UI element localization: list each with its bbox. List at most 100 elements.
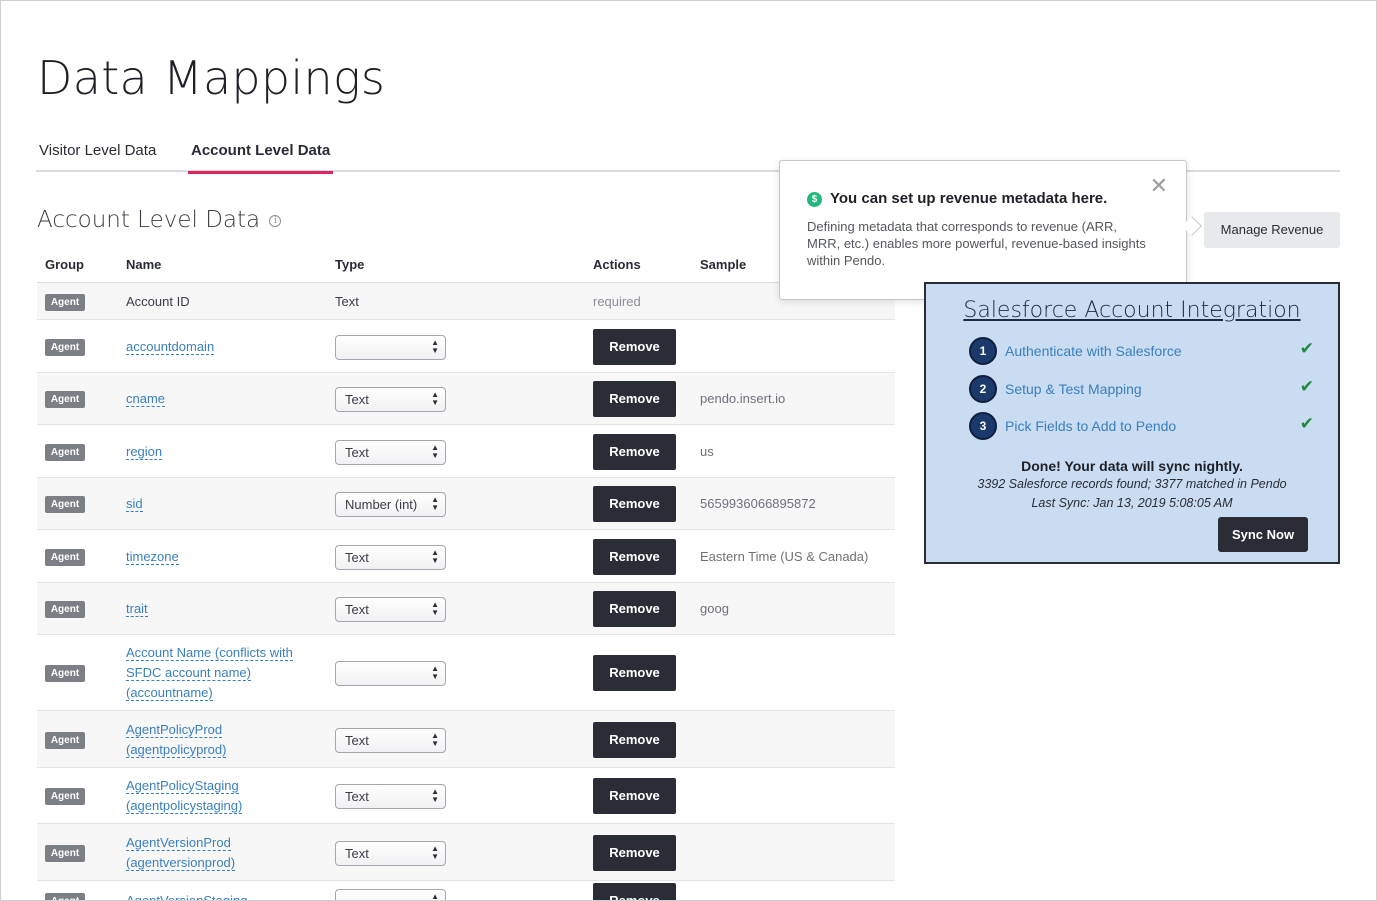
field-name-line: (agentversionprod) [126, 854, 236, 871]
field-name-line: AgentPolicyProd [126, 721, 223, 738]
group-badge: Agent [45, 548, 85, 566]
type-select-value: Text [345, 392, 369, 407]
step-link-authenticate[interactable]: Authenticate with Salesforce [1005, 343, 1182, 359]
select-arrows-icon: ▲▼ [431, 787, 439, 804]
field-name: Account ID [126, 293, 190, 309]
header-group: Group [45, 257, 84, 272]
remove-button[interactable]: Remove [593, 883, 676, 900]
group-badge: Agent [45, 788, 85, 805]
select-arrows-icon: ▲▼ [431, 730, 439, 748]
popover-body: Defining metadata that corresponds to re… [807, 219, 1146, 268]
section-title-text: Account Level Data [37, 207, 261, 233]
table-row: Agent AgentVersionProd (agentversionprod) T… [37, 824, 895, 881]
revenue-popover: ✕ $ You can set up revenue metadata here… [779, 160, 1187, 300]
select-arrows-icon: ▲▼ [431, 547, 439, 565]
field-name-line: SFDC account name) [126, 665, 251, 681]
type-select-value: Text [345, 845, 369, 861]
step-link-setup-test[interactable]: Setup & Test Mapping [1005, 381, 1142, 397]
field-name-link[interactable]: sid [126, 494, 311, 514]
select-arrows-icon: ▲▼ [431, 843, 439, 861]
field-name-line: AgentVersionProd [126, 834, 231, 851]
manage-revenue-button[interactable]: Manage Revenue [1204, 212, 1340, 248]
table-row: Agent Account Name (conflicts with SFDC ac… [37, 635, 895, 711]
field-name-line: sid [126, 496, 143, 512]
step-number: 2 [969, 375, 997, 403]
field-name-line: AgentPolicyStaging [126, 778, 239, 794]
field-name-link[interactable]: timezone [126, 547, 311, 567]
select-arrows-icon: ▲▼ [431, 664, 439, 681]
field-name-link[interactable]: accountdomain [126, 337, 311, 357]
remove-button[interactable]: Remove [593, 433, 676, 470]
table-row: Agent sid Number (int) ▲ ▼ Remove 565993606689… [37, 478, 895, 530]
select-arrows-icon: ▲▼ [431, 495, 439, 512]
type-select[interactable]: Text ▲ ▼ [335, 784, 446, 809]
field-name-link[interactable]: AgentVersionStaging [126, 891, 311, 900]
type-select[interactable]: Text ▲ ▼ [335, 840, 446, 866]
sample-value: goog [700, 601, 729, 616]
field-name-line: region [126, 443, 163, 460]
field-name-link[interactable]: AgentVersionProd (agentversionprod) [126, 833, 311, 873]
close-icon[interactable]: ✕ [1150, 175, 1168, 197]
field-name-line: (accountname) [126, 685, 213, 701]
table-row: Agent Account ID Text required [37, 283, 895, 320]
type-select[interactable]: ▲▼ [335, 334, 446, 360]
page-title: Data Mappings [37, 51, 386, 105]
remove-button[interactable]: Remove [593, 655, 676, 691]
select-arrows-icon: ▲▼ [431, 442, 439, 460]
header-type: Type [335, 257, 365, 272]
field-name-link[interactable]: AgentPolicyProd (agentpolicyprod) [126, 720, 311, 760]
step-1: 1 Authenticate with Salesforce ✔ [969, 337, 1314, 365]
table-row: Agent AgentVersionStaging ▲▼ Remove [37, 881, 895, 900]
group-badge: Agent [45, 601, 85, 618]
type-select-value: Text [345, 789, 369, 804]
sync-status: Done! Your data will sync nightly. [1021, 458, 1243, 474]
field-name-line: cname [126, 391, 166, 407]
info-icon[interactable]: i [269, 214, 282, 227]
header-name: Name [126, 257, 162, 272]
table-row: Agent region Text ▲ ▼ Remove us [37, 425, 895, 478]
remove-button[interactable]: Remove [593, 538, 676, 575]
tab-visitor-level-data[interactable]: Visitor Level Data [36, 142, 159, 172]
check-icon: ✔ [1299, 339, 1314, 358]
type-select[interactable]: ▲▼ [335, 661, 446, 686]
remove-button[interactable]: Remove [593, 834, 676, 871]
group-badge: Agent [45, 731, 85, 749]
remove-button[interactable]: Remove [593, 381, 676, 417]
table-row: Agent timezone Text ▲ ▼ Remove Eastern Time (U… [37, 530, 895, 583]
type-select-value: Number (int) [345, 497, 418, 512]
remove-button[interactable]: Remove [593, 778, 676, 814]
dollar-icon: $ [807, 192, 822, 207]
group-badge: Agent [45, 293, 85, 311]
type-select[interactable]: Text ▲ ▼ [335, 387, 446, 412]
field-name-link[interactable]: Account Name (conflicts with SFDC account… [126, 643, 311, 703]
group-badge: Agent [45, 391, 85, 408]
select-arrows-icon: ▲▼ [431, 600, 439, 617]
field-name-line: trait [126, 601, 148, 617]
type-select[interactable]: ▲▼ [335, 889, 446, 900]
field-name-link[interactable]: AgentPolicyStaging (agentpolicystaging) [126, 776, 311, 816]
table-header: Group Name Type Actions Sample [37, 249, 895, 283]
sync-now-button[interactable]: Sync Now [1218, 517, 1308, 552]
remove-button[interactable]: Remove [593, 721, 676, 758]
sample-value: Eastern Time (US & Canada) [700, 548, 869, 564]
type-select[interactable]: Text ▲ ▼ [335, 439, 446, 465]
type-select[interactable]: Text ▲ ▼ [335, 597, 446, 622]
select-arrows-icon: ▲▼ [431, 337, 439, 355]
remove-button[interactable]: Remove [593, 328, 676, 365]
sample-value: 5659936066895872 [700, 496, 816, 511]
step-2: 2 Setup & Test Mapping ✔ [969, 375, 1314, 403]
header-sample: Sample [700, 257, 747, 272]
type-select[interactable]: Text ▲ ▼ [335, 544, 446, 570]
remove-button[interactable]: Remove [593, 486, 676, 522]
step-link-pick-fields[interactable]: Pick Fields to Add to Pendo [1005, 418, 1176, 434]
check-icon: ✔ [1299, 377, 1314, 396]
type-select[interactable]: Text ▲ ▼ [335, 727, 446, 753]
tab-account-level-data[interactable]: Account Level Data [188, 142, 334, 174]
field-name-link[interactable]: cname [126, 389, 311, 409]
group-badge: Agent [45, 844, 85, 862]
salesforce-panel: Salesforce Account Integration 1 Authent… [924, 282, 1340, 564]
remove-button[interactable]: Remove [593, 591, 676, 627]
field-name-link[interactable]: region [126, 442, 311, 462]
type-select[interactable]: Number (int) ▲ ▼ [335, 492, 446, 517]
field-name-link[interactable]: trait [126, 599, 311, 619]
